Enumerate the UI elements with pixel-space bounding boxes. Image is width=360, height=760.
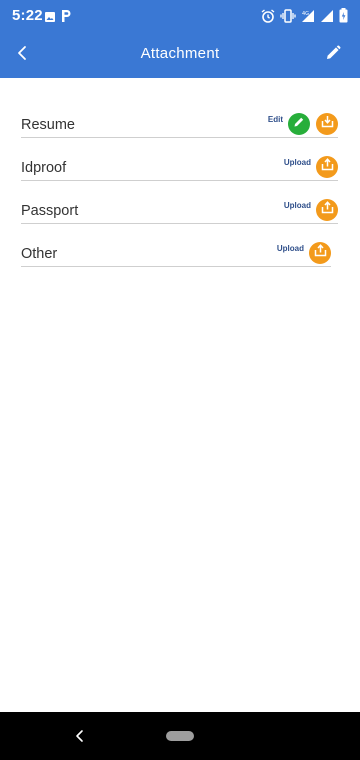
status-system-icons: 4G xyxy=(261,8,348,28)
attachment-label: Other xyxy=(21,246,58,262)
edit-attachment-button[interactable] xyxy=(288,113,310,135)
edit-link[interactable]: Edit xyxy=(268,115,283,124)
upload-link[interactable]: Upload xyxy=(277,244,304,253)
attachment-actions: Upload xyxy=(277,242,331,264)
attachment-label: Passport xyxy=(21,203,79,219)
svg-text:4G: 4G xyxy=(302,11,309,17)
network-icon: 4G xyxy=(301,9,315,28)
download-attachment-button[interactable] xyxy=(316,113,338,135)
attachment-row-resume: Resume Edit xyxy=(21,110,338,138)
attachment-label: Idproof xyxy=(21,160,67,176)
system-back-button[interactable] xyxy=(72,728,88,744)
upload-attachment-button[interactable] xyxy=(316,156,338,178)
pencil-icon xyxy=(293,115,305,133)
download-icon xyxy=(321,115,334,133)
back-triangle-icon xyxy=(72,730,88,748)
attachment-actions: Edit xyxy=(268,113,338,135)
edit-button[interactable] xyxy=(320,42,346,68)
parking-notification-icon xyxy=(60,9,72,28)
upload-attachment-button[interactable] xyxy=(316,199,338,221)
pencil-icon xyxy=(325,45,341,66)
system-navigation-bar xyxy=(0,712,360,760)
attachment-row-idproof: Idproof Upload xyxy=(21,153,338,181)
upload-icon xyxy=(321,201,334,219)
upload-icon xyxy=(321,158,334,176)
battery-icon xyxy=(339,8,348,28)
attachment-row-other: Other Upload xyxy=(21,239,331,267)
vibrate-icon xyxy=(280,8,296,28)
attachment-label: Resume xyxy=(21,117,75,133)
image-notification-icon xyxy=(44,10,56,28)
app-bar: Attachment xyxy=(0,32,360,78)
status-notification-icons xyxy=(44,9,72,28)
status-bar: 5:22 4G xyxy=(0,0,360,32)
attachment-actions: Upload xyxy=(284,156,338,178)
attachment-actions: Upload xyxy=(284,199,338,221)
status-time: 5:22 xyxy=(12,7,43,24)
alarm-icon xyxy=(261,8,275,28)
upload-link[interactable]: Upload xyxy=(284,158,311,167)
system-home-button[interactable] xyxy=(166,731,194,741)
upload-icon xyxy=(314,244,327,262)
upload-link[interactable]: Upload xyxy=(284,201,311,210)
page-title: Attachment xyxy=(140,45,220,62)
attachment-row-passport: Passport Upload xyxy=(21,196,338,224)
upload-attachment-button[interactable] xyxy=(309,242,331,264)
signal-icon xyxy=(320,9,334,28)
